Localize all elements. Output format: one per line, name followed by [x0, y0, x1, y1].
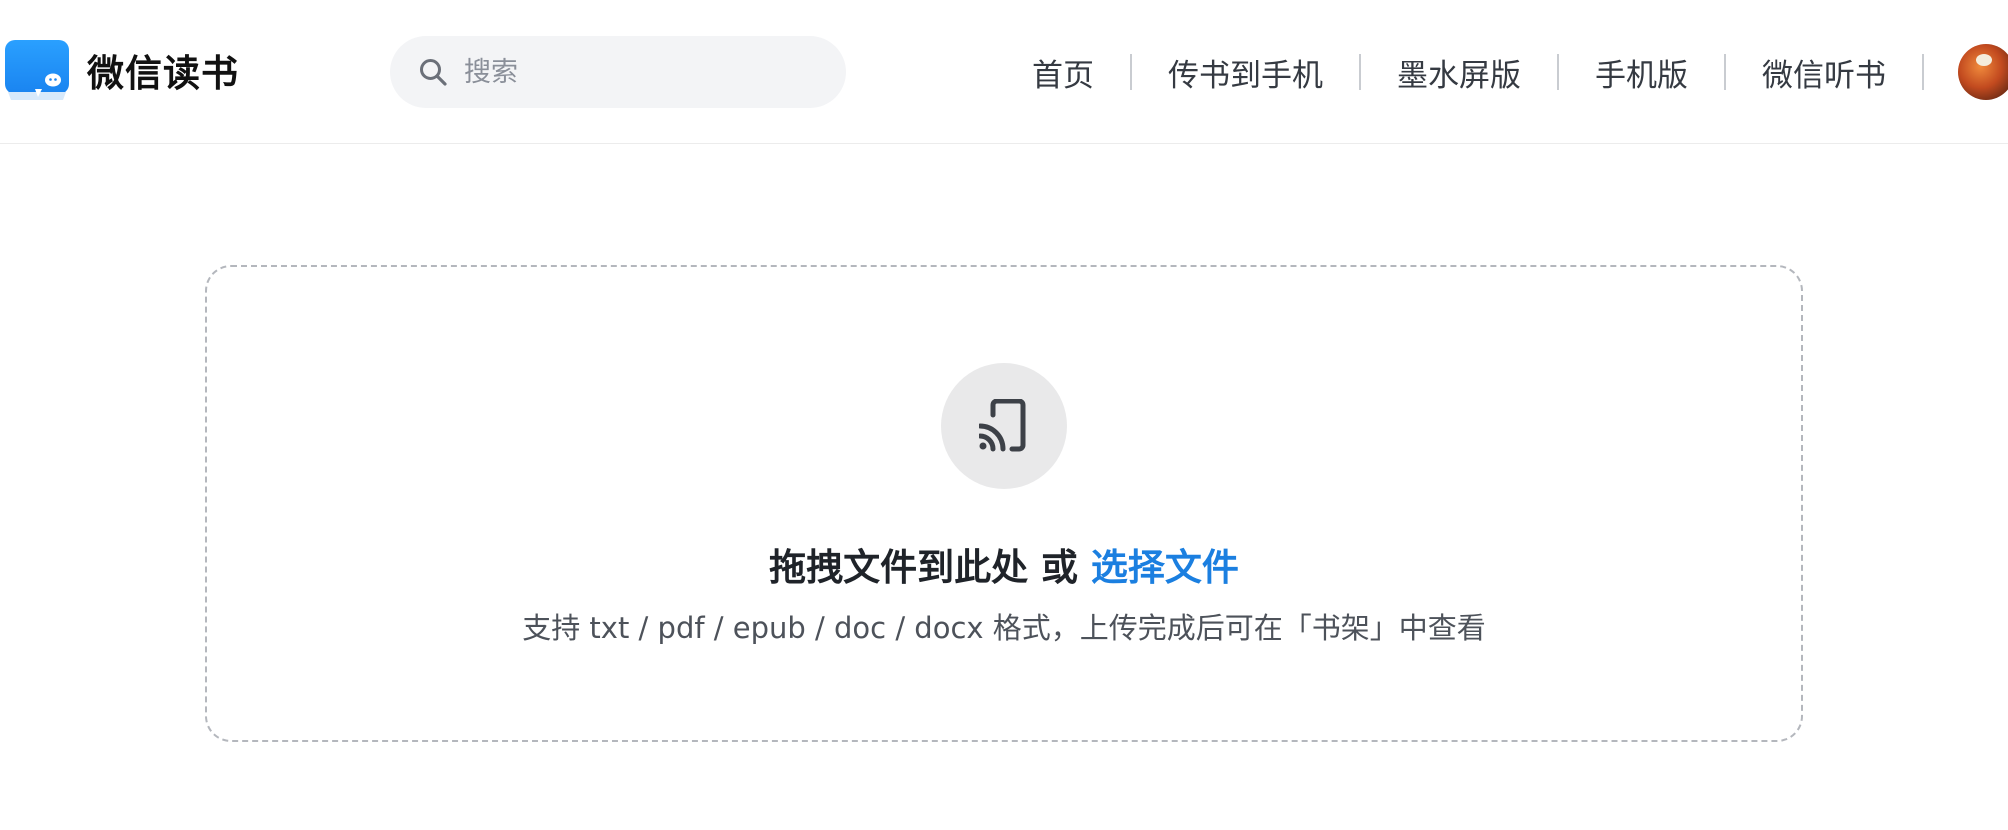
- nav-mobile-version[interactable]: 手机版: [1559, 50, 1724, 95]
- app-logo[interactable]: 微信读书: [5, 40, 239, 100]
- cast-to-phone-icon: [979, 399, 1026, 452]
- dropzone-title-text: 拖拽文件到此处 或: [769, 546, 1078, 589]
- nav-send-book-to-phone[interactable]: 传书到手机: [1132, 50, 1359, 95]
- top-nav: 首页 传书到手机 墨水屏版 手机版 微信听书: [996, 36, 2008, 108]
- file-dropzone[interactable]: 拖拽文件到此处 或 选择文件 支持 txt / pdf / epub / doc…: [205, 265, 1803, 742]
- logo-text: 微信读书: [87, 51, 239, 95]
- nav-home[interactable]: 首页: [996, 50, 1130, 95]
- upload-page: 拖拽文件到此处 或 选择文件 支持 txt / pdf / epub / doc…: [0, 144, 2008, 830]
- nav-divider: [1922, 54, 1924, 90]
- search-input[interactable]: [462, 55, 826, 89]
- supported-formats-hint: 支持 txt / pdf / epub / doc / docx 格式，上传完成…: [522, 611, 1486, 645]
- search-box[interactable]: [390, 36, 846, 108]
- nav-eink-version[interactable]: 墨水屏版: [1361, 50, 1557, 95]
- nav-wechat-listen[interactable]: 微信听书: [1726, 50, 1922, 95]
- top-header: 微信读书 首页 传书到手机 墨水屏版 手机版 微信听书: [0, 0, 2008, 144]
- user-avatar[interactable]: [1958, 44, 2008, 100]
- upload-icon-circle: [941, 363, 1067, 489]
- choose-file-link[interactable]: 选择文件: [1091, 546, 1239, 589]
- search-icon: [420, 59, 447, 86]
- dropzone-title: 拖拽文件到此处 或 选择文件: [207, 537, 1801, 591]
- wechat-read-logo-icon: [5, 40, 69, 100]
